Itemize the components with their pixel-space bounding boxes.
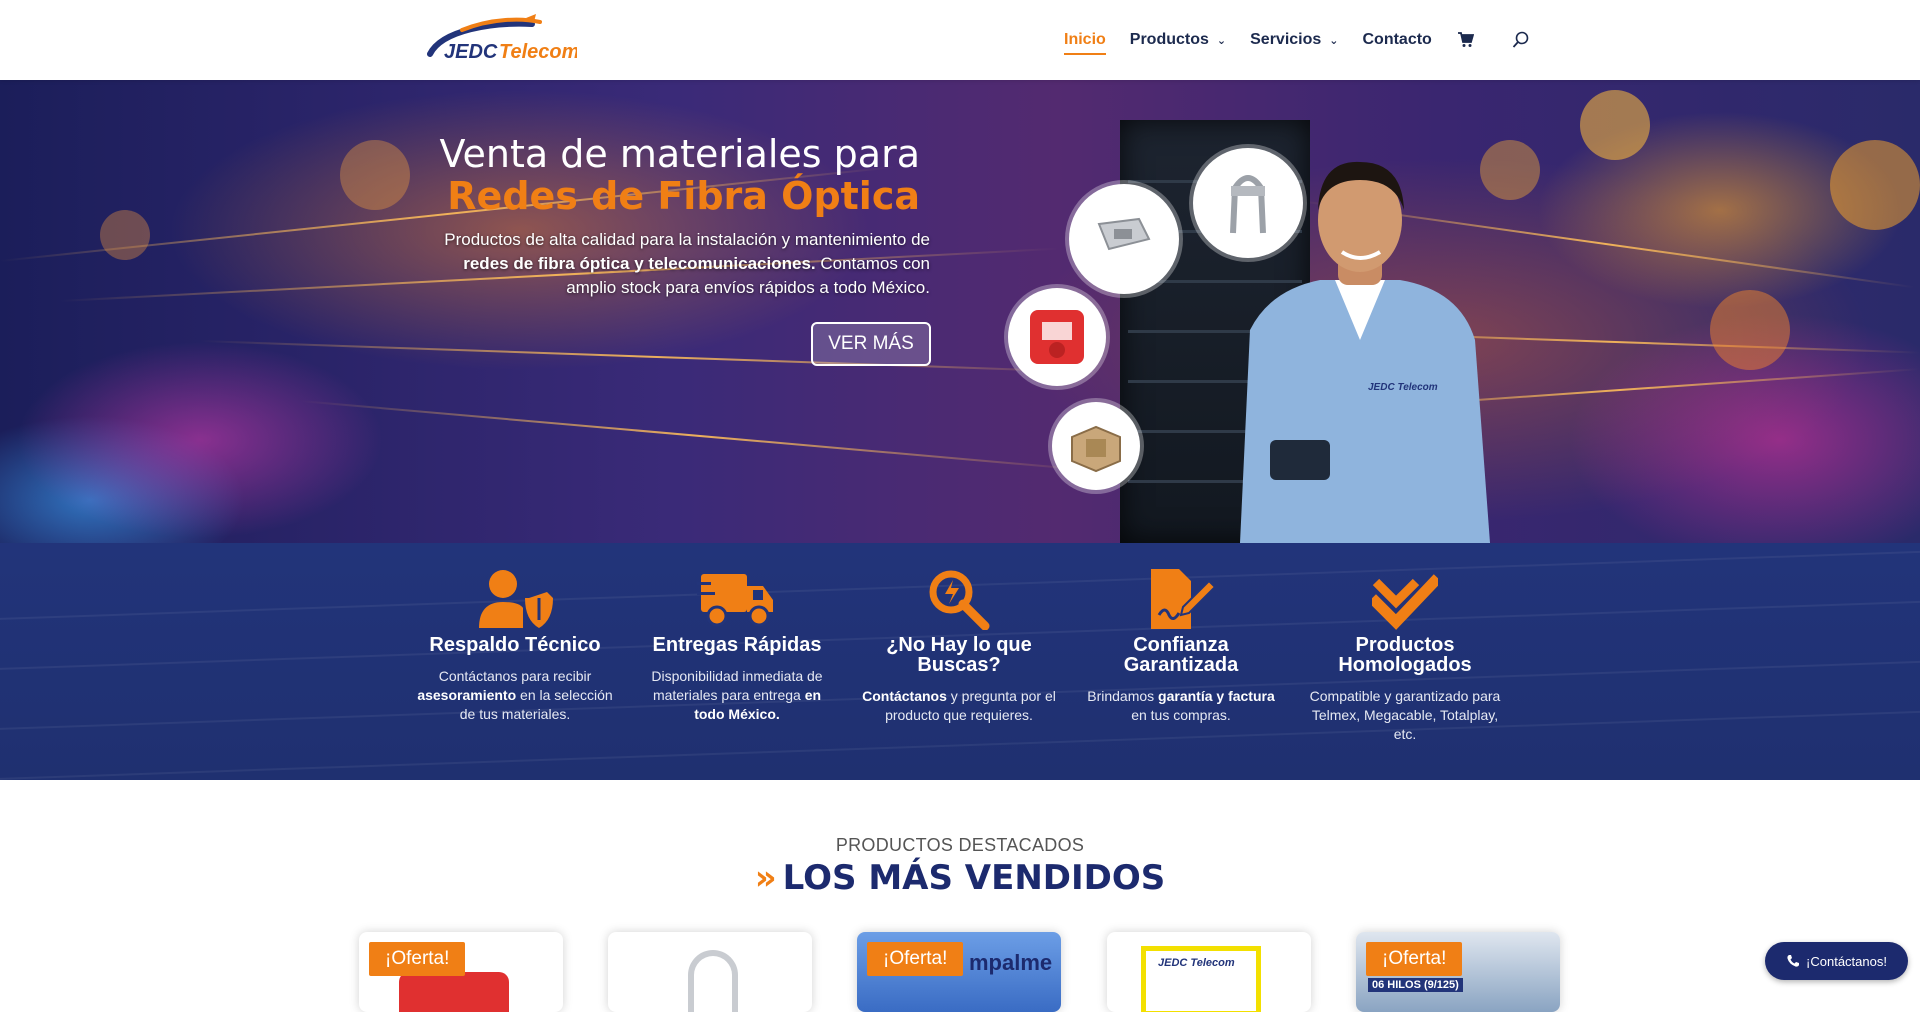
hero-description: Productos de alta calidad para la instal… bbox=[444, 230, 930, 297]
jedc-telecom-logo[interactable]: JEDC Telecom bbox=[422, 14, 579, 66]
feature-desc: Compatible y garantizado para Telmex, Me… bbox=[1309, 688, 1501, 742]
cart-icon[interactable] bbox=[1457, 32, 1474, 48]
product-circle-buckle bbox=[1069, 184, 1179, 294]
product-image bbox=[399, 972, 509, 1012]
feature-homologados: Productos Homologados Compatible y garan… bbox=[1305, 567, 1505, 744]
nav-servicios[interactable]: Servicios ⌄ bbox=[1250, 0, 1338, 80]
contact-chat-button[interactable]: ¡Contáctanos! bbox=[1765, 942, 1908, 980]
product-card[interactable]: mpalme ¡Oferta! bbox=[857, 932, 1061, 1012]
features-band: Respaldo Técnico Contáctanos para recibi… bbox=[0, 543, 1920, 780]
sale-badge: ¡Oferta! bbox=[867, 942, 964, 976]
user-shield-icon bbox=[415, 567, 615, 631]
nav-servicios-label: Servicios bbox=[1250, 31, 1322, 48]
search-bolt-icon bbox=[859, 567, 1059, 631]
product-circle-clamp bbox=[1193, 148, 1303, 258]
product-image-text: JEDC Telecom bbox=[1158, 957, 1235, 969]
truck-icon bbox=[637, 567, 837, 631]
ver-mas-button[interactable]: VER MÁS bbox=[811, 322, 931, 366]
signed-document-icon bbox=[1081, 567, 1281, 631]
feature-title: Confianza Garantizada bbox=[1123, 634, 1239, 676]
feature-title: Entregas Rápidas bbox=[652, 634, 822, 656]
product-circle-box bbox=[1052, 402, 1140, 490]
chevron-down-icon: ⌄ bbox=[1216, 34, 1227, 47]
sale-badge: ¡Oferta! bbox=[369, 942, 466, 976]
product-card[interactable]: ¡Oferta! bbox=[359, 932, 563, 1012]
hero-banner: Venta de materiales para Redes de Fibra … bbox=[0, 80, 1920, 543]
feature-desc: Disponibilidad inmediata de materiales p… bbox=[651, 668, 823, 722]
product-circle-red-tool bbox=[1008, 288, 1106, 386]
nav-productos[interactable]: Productos ⌄ bbox=[1130, 0, 1226, 80]
main-nav: Inicio Productos ⌄ Servicios ⌄ Contacto bbox=[1064, 0, 1530, 80]
product-card[interactable]: JEDC Telecom bbox=[1107, 932, 1311, 1012]
person-logo-text: JEDC Telecom bbox=[1368, 382, 1438, 393]
search-icon[interactable] bbox=[1512, 31, 1530, 49]
product-card[interactable]: 06 HILOS (9/125) ¡Oferta! bbox=[1356, 932, 1560, 1012]
hero-title-highlight: Redes de Fibra Óptica bbox=[447, 174, 920, 218]
phone-icon bbox=[1787, 955, 1800, 967]
svg-text:JEDC: JEDC bbox=[444, 41, 498, 63]
product-card[interactable] bbox=[608, 932, 812, 1012]
chat-label: ¡Contáctanos! bbox=[1806, 953, 1887, 969]
sale-badge: ¡Oferta! bbox=[1366, 942, 1463, 976]
nav-inicio[interactable]: Inicio bbox=[1064, 0, 1106, 80]
feature-title: ¿No Hay lo que Buscas? bbox=[886, 634, 1032, 676]
feature-desc: Contáctanos y pregunta por el producto q… bbox=[862, 688, 1056, 723]
nav-contacto-label: Contacto bbox=[1362, 31, 1432, 48]
site-header: JEDC Telecom Inicio Productos ⌄ Servicios… bbox=[0, 0, 1920, 80]
svg-text:Telecom: Telecom bbox=[499, 41, 577, 63]
chevron-down-icon: ⌄ bbox=[1329, 34, 1339, 47]
hero-title: Venta de materiales para bbox=[439, 132, 920, 176]
feature-respaldo-tecnico: Respaldo Técnico Contáctanos para recibi… bbox=[415, 567, 615, 724]
double-check-icon bbox=[1305, 567, 1505, 631]
feature-title: Respaldo Técnico bbox=[429, 634, 601, 656]
feature-confianza: Confianza Garantizada Brindamos garantía… bbox=[1081, 567, 1281, 725]
section-title: » LOS MÁS VENDIDOS bbox=[754, 858, 1166, 898]
feature-desc: Brindamos garantía y factura en tus comp… bbox=[1087, 688, 1275, 723]
section-subtitle: PRODUCTOS DESTACADOS bbox=[835, 835, 1085, 855]
feature-entregas-rapidas: Entregas Rápidas Disponibilidad inmediat… bbox=[637, 567, 837, 724]
product-image: JEDC Telecom bbox=[1141, 946, 1261, 1012]
feature-title: Productos Homologados bbox=[1338, 634, 1472, 676]
nav-contacto[interactable]: Contacto bbox=[1363, 0, 1432, 80]
product-image-text: mpalme bbox=[969, 950, 1053, 975]
nav-inicio-label: Inicio bbox=[1064, 31, 1106, 48]
feature-desc: Contáctanos para recibir asesoramiento e… bbox=[417, 668, 613, 722]
product-image-text: 06 HILOS (9/125) bbox=[1368, 978, 1463, 992]
product-image bbox=[688, 950, 738, 1012]
feature-no-hay: ¿No Hay lo que Buscas? Contáctanos y pre… bbox=[859, 567, 1059, 725]
double-chevron-right-icon: » bbox=[754, 858, 777, 898]
nav-productos-label: Productos bbox=[1129, 31, 1209, 48]
